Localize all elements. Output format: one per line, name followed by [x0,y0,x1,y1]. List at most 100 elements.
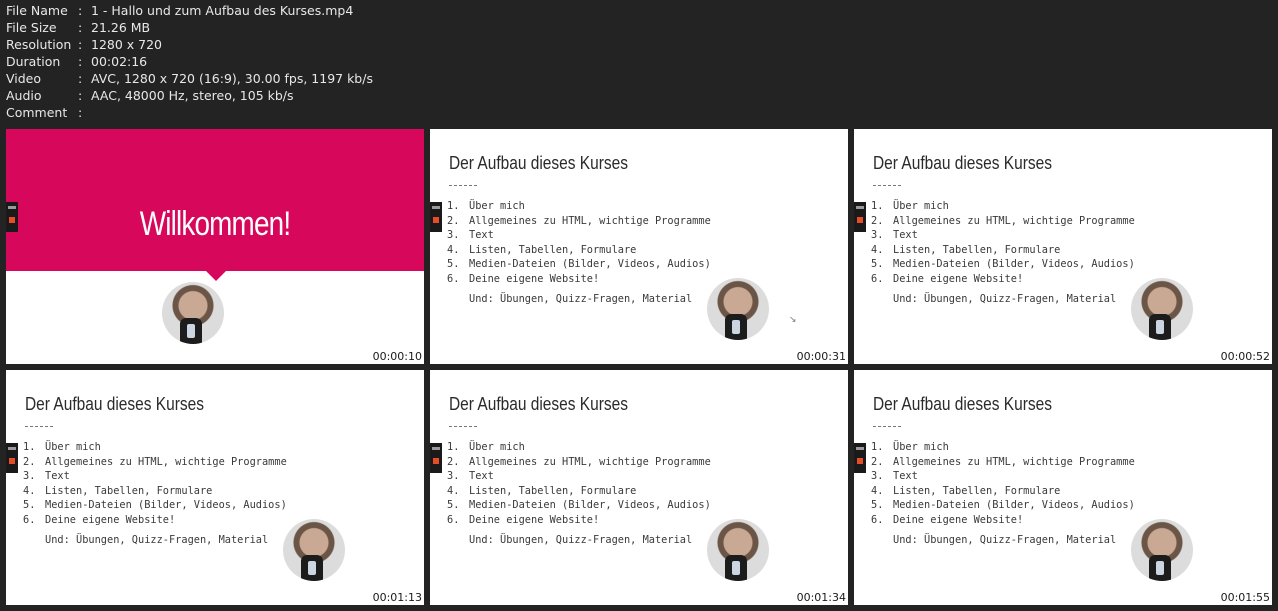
agenda-item: 6. Deine eigene Website! [871,272,1135,287]
agenda-item: 5. Medien-Dateien (Bilder, Videos, Audios… [871,498,1135,513]
agenda-num: 1. [871,441,884,453]
thumbnail-timestamp: 00:01:34 [796,591,846,604]
agenda-text: Über mich [469,200,525,212]
agenda-num: 5. [447,258,460,270]
presenter-avatar [1131,278,1193,340]
agenda-text: Allgemeines zu HTML, wichtige Programme [469,214,711,227]
agenda-item: 6. Deine eigene Website! [871,513,1135,528]
slide-divider [449,185,477,186]
agenda-num: 5. [871,499,884,511]
agenda-item: 5. Medien-Dateien (Bilder, Videos, Audios… [871,257,1135,272]
video-thumbnail-3[interactable]: Der Aufbau dieses Kurses 1. Über mich 2. A… [854,129,1272,364]
agenda-item: 1. Über mich [23,440,287,455]
slide-divider [25,426,53,427]
agenda-num: 3. [871,229,884,241]
video-thumbnail-2[interactable]: Der Aufbau dieses Kurses 1. Über mich 2. A… [430,129,848,364]
agenda-num: 3. [447,229,460,241]
agenda-text: Listen, Tabellen, Formulare [45,484,213,497]
agenda-item: 2. Allgemeines zu HTML, wichtige Programm… [447,214,711,229]
thumbnail-timestamp: 00:01:55 [1220,591,1270,604]
agenda-num: 5. [23,499,36,511]
meta-sep: : [78,37,83,52]
meta-key: Resolution [6,37,72,52]
agenda-num: 1. [23,441,36,453]
agenda-num: 5. [871,258,884,270]
agenda-text: Über mich [45,441,101,453]
comment-row: Comment : [6,104,373,121]
agenda-item: 4. Listen, Tabellen, Formulare [447,484,711,499]
thumbnail-timestamp: 00:00:10 [372,350,422,363]
meta-value: 21.26 MB [91,20,151,35]
agenda-text: Listen, Tabellen, Formulare [893,243,1061,256]
slide-title: Der Aufbau dieses Kurses [449,153,628,173]
agenda-num: 2. [871,455,884,468]
meta-value: AVC, 1280 x 720 (16:9), 30.00 fps, 1197 … [91,71,373,86]
video-thumbnail-1[interactable]: Willkommen! 00:00:10 [6,129,424,364]
agenda-item: 4. Listen, Tabellen, Formulare [871,484,1135,499]
agenda-text: Deine eigene Website! [469,513,600,526]
agenda-text: Text [45,470,70,482]
agenda-text: Deine eigene Website! [45,513,176,526]
agenda-item: 2. Allgemeines zu HTML, wichtige Programm… [447,455,711,470]
meta-key: Duration [6,54,61,69]
agenda-text: Medien-Dateien (Bilder, Videos, Audios) [45,499,287,511]
agenda-text: Allgemeines zu HTML, wichtige Programme [893,455,1135,468]
meta-value: 1 - Hallo und zum Aufbau des Kurses.mp4 [91,3,354,18]
agenda-text: Text [893,470,918,482]
meta-sep: : [78,54,83,69]
agenda-text: Allgemeines zu HTML, wichtige Programme [45,455,287,468]
thumbnail-timestamp: 00:00:52 [1220,350,1270,363]
agenda-list: 1. Über mich 2. Allgemeines zu HTML, wicht… [447,440,711,527]
video-thumbnail-6[interactable]: Der Aufbau dieses Kurses 1. Über mich 2. A… [854,370,1272,605]
agenda-text: Über mich [893,200,949,212]
agenda-text: Listen, Tabellen, Formulare [893,484,1061,497]
agenda-num: 1. [447,200,460,212]
resolution-row: Resolution : 1280 x 720 [6,36,373,53]
presenter-avatar [707,519,769,581]
agenda-extras: Und: Übungen, Quizz-Fragen, Material [893,534,1117,546]
agenda-text: Über mich [893,441,949,453]
agenda-extras: Und: Übungen, Quizz-Fragen, Material [469,534,693,546]
microphone-icon [725,314,747,340]
side-marker-icon [430,202,442,232]
agenda-item: 4. Listen, Tabellen, Formulare [871,243,1135,258]
agenda-num: 3. [23,470,36,482]
video-thumbnail-5[interactable]: Der Aufbau dieses Kurses 1. Über mich 2. A… [430,370,848,605]
agenda-num: 1. [447,441,460,453]
agenda-item: 3. Text [871,228,1135,243]
microphone-icon [301,555,323,581]
agenda-item: 4. Listen, Tabellen, Formulare [447,243,711,258]
agenda-num: 4. [871,243,884,256]
agenda-text: Über mich [469,441,525,453]
agenda-text: Deine eigene Website! [893,272,1024,285]
meta-value: 1280 x 720 [91,37,163,52]
agenda-extras: Und: Übungen, Quizz-Fragen, Material [469,293,693,305]
video-thumbnail-4[interactable]: Der Aufbau dieses Kurses 1. Über mich 2. A… [6,370,424,605]
agenda-num: 6. [23,513,36,526]
thumbnail-timestamp: 00:01:13 [372,591,422,604]
agenda-num: 2. [871,214,884,227]
agenda-item: 1. Über mich [871,199,1135,214]
agenda-text: Deine eigene Website! [893,513,1024,526]
thumbnail-timestamp: 00:00:31 [796,350,846,363]
file-name-row: File Name : 1 - Hallo und zum Aufbau des… [6,2,373,19]
meta-sep: : [78,71,83,86]
agenda-item: 2. Allgemeines zu HTML, wichtige Programm… [871,455,1135,470]
agenda-item: 3. Text [447,469,711,484]
audio-row: Audio : AAC, 48000 Hz, stereo, 105 kb/s [6,87,373,104]
agenda-num: 4. [871,484,884,497]
meta-key: Comment [6,105,68,120]
mouse-cursor-icon: ↘ [789,315,797,325]
agenda-text: Allgemeines zu HTML, wichtige Programme [469,455,711,468]
file-info: File Name : 1 - Hallo und zum Aufbau des… [6,2,373,121]
agenda-text: Medien-Dateien (Bilder, Videos, Audios) [893,499,1135,511]
slide-title: Der Aufbau dieses Kurses [873,394,1052,414]
meta-value: 00:02:16 [91,54,148,69]
agenda-item: 3. Text [871,469,1135,484]
agenda-num: 6. [871,272,884,285]
file-size-row: File Size : 21.26 MB [6,19,373,36]
slide-divider [873,185,901,186]
presenter-avatar [283,519,345,581]
presenter-avatar [162,282,224,344]
agenda-text: Text [469,470,494,482]
